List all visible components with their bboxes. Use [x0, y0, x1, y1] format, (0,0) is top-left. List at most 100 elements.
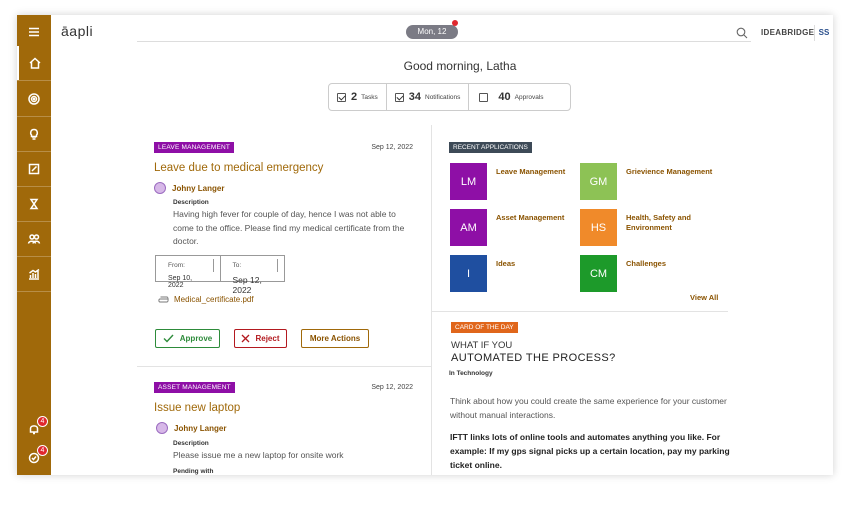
sidebar: 4 4 — [17, 15, 51, 475]
sidebar-item-ideas[interactable] — [17, 117, 51, 151]
stat-notifications[interactable]: 34 Notifications — [387, 84, 470, 110]
check-icon — [163, 334, 174, 343]
approval-card: LEAVE MANAGEMENT Sep 12, 2022 Leave due … — [137, 142, 431, 367]
stats-bar: 2 Tasks 34 Notifications 40 Approvals — [328, 83, 571, 111]
stat-label: Approvals — [514, 93, 544, 101]
close-icon — [242, 334, 250, 343]
app-tile-health-safety[interactable]: HS — [580, 209, 617, 246]
menu-icon — [29, 27, 39, 37]
app-name[interactable]: Ideas — [496, 259, 586, 269]
card-date: Sep 12, 2022 — [371, 144, 413, 151]
app-tile-asset-management[interactable]: AM — [450, 209, 487, 246]
reject-label: Reject — [255, 334, 280, 343]
card-of-day-category: In Technology — [449, 370, 493, 377]
divider — [431, 125, 432, 475]
app-name[interactable]: Grievience Management — [626, 167, 716, 177]
recent-applications-tag: RECENT APPLICATIONS — [449, 142, 532, 153]
view-all-link[interactable]: View All — [690, 293, 718, 302]
divider — [432, 311, 728, 312]
date-pill[interactable]: Mon, 12 — [406, 25, 458, 39]
requester-name[interactable]: Johny Langer — [172, 184, 224, 193]
approvals-badge: 4 — [37, 445, 48, 456]
people-icon — [27, 234, 41, 244]
description-text: Having high fever for couple of day, hen… — [173, 209, 405, 246]
date-to: To: Sep 12, 2022 — [221, 256, 285, 295]
sidebar-item-edit[interactable] — [17, 152, 51, 186]
stat-label: Tasks — [361, 93, 378, 101]
stat-approvals[interactable]: 40 Approvals — [469, 84, 557, 110]
notifications-badge: 4 — [37, 416, 48, 427]
card-tag: ASSET MANAGEMENT — [154, 382, 235, 393]
sidebar-item-reports[interactable] — [17, 257, 51, 291]
attachment-name: Medical_certificate.pdf — [174, 295, 254, 304]
from-value: Sep 10, 2022 — [168, 275, 193, 289]
search-icon[interactable] — [736, 27, 748, 39]
target-icon — [28, 93, 40, 105]
divider — [17, 291, 51, 292]
description-text: Please issue me a new laptop for onsite … — [173, 450, 344, 460]
card-title[interactable]: Leave due to medical emergency — [154, 162, 323, 174]
requester: Johny Langer — [154, 182, 224, 194]
description-label: Description — [173, 440, 209, 447]
checkbox-icon — [479, 92, 489, 102]
checkbox-icon — [337, 92, 346, 102]
card-tag: LEAVE MANAGEMENT — [154, 142, 235, 153]
card-of-day-tag: CARD OF THE DAY — [451, 322, 518, 333]
app-tile-grievience-management[interactable]: GM — [580, 163, 617, 200]
menu-button[interactable] — [17, 15, 51, 49]
attachment[interactable]: Medical_certificate.pdf — [157, 295, 254, 304]
app-logo: āapli — [61, 23, 94, 39]
app-tile-challenges[interactable]: CM — [580, 255, 617, 292]
app-tile-ideas[interactable]: I — [450, 255, 487, 292]
checkbox-icon — [394, 92, 404, 102]
card-of-day-heading-2: AUTOMATED THE PROCESS? — [451, 352, 616, 364]
date-indicator-dot — [452, 20, 458, 26]
lightbulb-icon — [29, 128, 39, 140]
sidebar-item-people[interactable] — [17, 222, 51, 256]
app-name[interactable]: Health, Safety and Environment — [626, 213, 716, 233]
card-of-day-example: IFTT links lots of online tools and auto… — [450, 432, 730, 470]
stat-label: Notifications — [425, 93, 461, 101]
card-of-day-heading-1: WHAT IF YOU — [451, 340, 513, 351]
app-window: 4 4 āapli Mon, 12 IDEABRIDGE SS Good mor… — [17, 15, 833, 475]
avatar — [156, 422, 168, 434]
paperclip-icon — [158, 296, 169, 302]
approve-label: Approve — [179, 334, 213, 343]
card-title[interactable]: Issue new laptop — [154, 402, 240, 414]
avatar — [154, 182, 166, 194]
stat-count: 40 — [498, 91, 511, 103]
greeting: Good morning, Latha — [17, 59, 833, 73]
stat-count: 34 — [408, 91, 421, 103]
chart-icon — [29, 268, 40, 280]
pending-label: Pending with — [173, 468, 214, 475]
card-of-day-body: Think about how you could create the sam… — [450, 396, 727, 420]
divider — [17, 80, 51, 81]
divider — [137, 366, 431, 367]
greeting-text: Good morning, Latha — [403, 59, 517, 73]
stat-count: 2 — [351, 91, 358, 103]
more-actions-button[interactable]: More Actions — [301, 329, 369, 348]
org-name: IDEABRIDGE — [761, 28, 815, 37]
user-avatar[interactable]: SS — [814, 25, 833, 41]
reject-button[interactable]: Reject — [234, 329, 287, 348]
date-range: From: Sep 10, 2022 To: Sep 12, 2022 — [155, 255, 285, 295]
app-name[interactable]: Challenges — [626, 259, 716, 269]
edit-icon — [28, 163, 40, 175]
from-label: From: — [162, 259, 214, 272]
sidebar-item-goals[interactable] — [17, 82, 51, 116]
app-name[interactable]: Leave Management — [496, 167, 586, 177]
approval-card: ASSET MANAGEMENT Sep 12, 2022 Issue new … — [137, 382, 431, 475]
approve-button[interactable]: Approve — [155, 329, 220, 348]
requester: Johny Langer — [156, 422, 226, 434]
requester-name[interactable]: Johny Langer — [174, 424, 226, 433]
stat-tasks[interactable]: 2 Tasks — [329, 84, 387, 110]
trophy-icon — [29, 198, 39, 210]
app-name[interactable]: Asset Management — [496, 213, 586, 223]
sidebar-item-awards[interactable] — [17, 187, 51, 221]
divider — [137, 41, 751, 42]
to-label: To: — [227, 259, 278, 272]
app-tile-leave-management[interactable]: LM — [450, 163, 487, 200]
date-from: From: Sep 10, 2022 — [156, 256, 221, 289]
description-label: Description — [173, 199, 209, 206]
card-date: Sep 12, 2022 — [371, 384, 413, 391]
